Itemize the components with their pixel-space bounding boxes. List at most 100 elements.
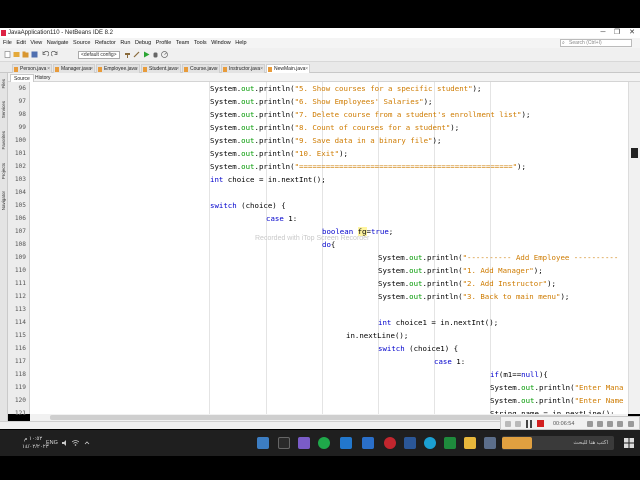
menu-debug[interactable]: Debug	[135, 38, 151, 48]
side-panel-services[interactable]: Services	[1, 101, 7, 118]
code-line[interactable]: case 1:	[30, 212, 628, 225]
code-line[interactable]: boolean fg=true;	[30, 225, 628, 238]
code-line[interactable]: System.out.println("Enter Name	[30, 394, 628, 407]
language-indicator[interactable]: ENG	[46, 440, 58, 446]
code-line[interactable]: System.out.println("10. Exit");	[30, 147, 628, 160]
file-explorer-icon[interactable]	[464, 437, 476, 449]
code-line[interactable]: String name = in.nextLine();	[30, 407, 628, 414]
menu-tools[interactable]: Tools	[194, 38, 207, 48]
code-line[interactable]: switch (choice1) {	[30, 342, 628, 355]
menu-profile[interactable]: Profile	[156, 38, 172, 48]
pen-app-icon[interactable]	[278, 437, 290, 449]
code-line[interactable]: switch (choice) {	[30, 199, 628, 212]
new-file-icon[interactable]	[4, 51, 11, 58]
stop-icon[interactable]	[537, 420, 544, 427]
code-editor[interactable]: Recorded with iTop Screen Recorder Syste…	[30, 82, 628, 414]
file-tab-person[interactable]: Person.java ×	[12, 64, 52, 73]
brush-icon[interactable]	[505, 421, 511, 427]
clock-time[interactable]: ١٠:٥٢ م	[24, 436, 42, 442]
code-line[interactable]: System.out.println("5. Show courses for …	[30, 82, 628, 95]
pause-icon[interactable]	[525, 420, 533, 428]
redo-icon[interactable]	[51, 51, 58, 58]
file-tab-course[interactable]: Course.java ×	[182, 64, 220, 73]
webcam-icon[interactable]	[607, 421, 613, 427]
code-line[interactable]	[30, 186, 628, 199]
menu-refactor[interactable]: Refactor	[95, 38, 116, 48]
collapse-icon[interactable]	[628, 421, 634, 427]
code-line[interactable]: System.out.println("1. Add Manager");	[30, 264, 628, 277]
word-icon[interactable]	[404, 437, 416, 449]
menu-file[interactable]: File	[3, 38, 12, 48]
menu-window[interactable]: Window	[211, 38, 231, 48]
file-tab-manager[interactable]: Manager.java ×	[53, 64, 95, 73]
code-line[interactable]: System.out.println("7. Delete course fro…	[30, 108, 628, 121]
code-line[interactable]: System.out.println("6. Show Employees' S…	[30, 95, 628, 108]
app-icon[interactable]	[484, 437, 496, 449]
camera-icon[interactable]	[587, 421, 593, 427]
vertical-scrollbar[interactable]	[628, 82, 640, 414]
code-line[interactable]: System.out.println("Enter Mana	[30, 381, 628, 394]
speaker-icon[interactable]	[62, 440, 69, 446]
code-line[interactable]: System.out.println("3. Back to main menu…	[30, 290, 628, 303]
shield-app-icon[interactable]	[257, 437, 269, 449]
taskbar-search-box[interactable]: اكتب هنا للبحث	[502, 436, 614, 450]
microphone-icon[interactable]	[597, 421, 603, 427]
debug-icon[interactable]	[152, 51, 159, 58]
configuration-select[interactable]: <default config>	[78, 51, 120, 59]
profile-icon[interactable]	[161, 51, 168, 58]
code-line[interactable]: int choice1 = in.nextInt();	[30, 316, 628, 329]
menu-view[interactable]: View	[30, 38, 42, 48]
tab-history[interactable]: History	[32, 74, 54, 82]
wifi-icon[interactable]	[72, 440, 79, 446]
clean-build-icon[interactable]	[133, 51, 140, 58]
code-line[interactable]: if(m1==null){	[30, 368, 628, 381]
vscode-icon[interactable]	[340, 437, 352, 449]
minimize-button[interactable]: ─	[596, 28, 610, 38]
save-all-icon[interactable]	[31, 51, 38, 58]
file-tab-employee[interactable]: Employee.java ×	[96, 64, 140, 73]
app-icon[interactable]	[298, 437, 310, 449]
menu-team[interactable]: Team	[176, 38, 189, 48]
code-line[interactable]: do{	[30, 238, 628, 251]
recorder-app-icon[interactable]	[384, 437, 396, 449]
menu-navigate[interactable]: Navigate	[47, 38, 69, 48]
new-project-icon[interactable]	[13, 51, 20, 58]
tab-source[interactable]: Source	[10, 74, 34, 82]
settings-icon[interactable]	[617, 421, 623, 427]
code-line[interactable]: System.out.println("---------- Add Emplo…	[30, 251, 628, 264]
file-tab-newmain[interactable]: NewMain.java ×	[266, 64, 310, 73]
menu-source[interactable]: Source	[73, 38, 90, 48]
code-line[interactable]: int choice = in.nextInt();	[30, 173, 628, 186]
code-line[interactable]: System.out.println("8. Count of courses …	[30, 121, 628, 134]
run-icon[interactable]	[143, 51, 150, 58]
code-line[interactable]: System.out.println("9. Save data in a bi…	[30, 134, 628, 147]
code-line[interactable]: case 1:	[30, 355, 628, 368]
menu-run[interactable]: Run	[120, 38, 130, 48]
open-project-icon[interactable]	[22, 51, 29, 58]
maximize-button[interactable]: ❐	[610, 28, 624, 38]
pen-icon[interactable]	[515, 421, 521, 427]
code-line[interactable]: System.out.println("2. Add Instructor");	[30, 277, 628, 290]
file-tab-instructor[interactable]: Instructor.java ×	[221, 64, 265, 73]
side-panel-projects[interactable]: Projects	[1, 163, 7, 179]
code-line[interactable]: in.nextLine();	[30, 329, 628, 342]
chrome-icon[interactable]	[318, 437, 330, 449]
code-line[interactable]: System.out.println("====================…	[30, 160, 628, 173]
menu-edit[interactable]: Edit	[16, 38, 25, 48]
menu-help[interactable]: Help	[235, 38, 246, 48]
ide-search-box[interactable]: ⌕ Search (Ctrl+I)	[560, 39, 632, 47]
build-icon[interactable]	[124, 51, 131, 58]
undo-icon[interactable]	[42, 51, 49, 58]
clock-date[interactable]: ١٤/٠٢/٢٠٢٣	[22, 444, 49, 450]
file-tab-student[interactable]: Student.java ×	[141, 64, 181, 73]
side-panel-favorites[interactable]: Favorites	[1, 131, 7, 150]
app-icon[interactable]	[444, 437, 456, 449]
code-line[interactable]	[30, 303, 628, 316]
vertical-scroll-thumb[interactable]	[631, 148, 638, 158]
close-button[interactable]: ✕	[625, 28, 639, 38]
side-panel-files[interactable]: Files	[1, 79, 7, 89]
tray-chevron-icon[interactable]	[84, 440, 90, 446]
edge-icon[interactable]	[424, 437, 436, 449]
app-icon[interactable]	[362, 437, 374, 449]
side-panel-navigator[interactable]: Navigator	[1, 191, 7, 210]
